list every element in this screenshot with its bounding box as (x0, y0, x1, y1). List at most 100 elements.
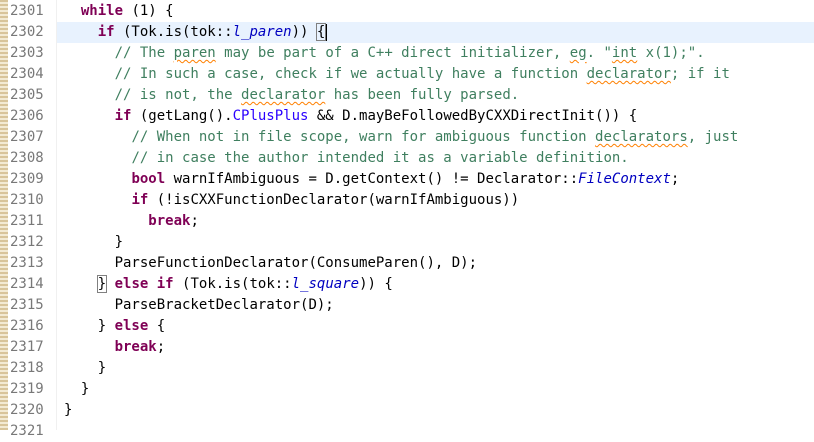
code-line[interactable]: break; (0, 211, 814, 232)
code-token: (Tok.is(tok:: (114, 24, 233, 40)
code-token: eg (569, 45, 587, 61)
code-token: declarator (241, 87, 326, 103)
line-number: 2321 (10, 423, 44, 439)
code-line[interactable]: // in case the author intended it as a v… (0, 148, 814, 169)
code-line[interactable]: } (0, 379, 814, 400)
code-token: { (315, 23, 327, 41)
code-token: } (97, 360, 107, 376)
code-line[interactable]: } (0, 358, 814, 379)
line-number: 2311 (10, 213, 44, 229)
code-token: } (80, 381, 90, 397)
code-token: // in case the author intended it as a v… (131, 150, 629, 166)
code-text: ParseFunctionDeclarator(ConsumeParen(), … (64, 253, 477, 274)
code-line[interactable]: while (1) { (0, 1, 814, 22)
line-number: 2317 (10, 339, 44, 355)
code-line[interactable]: if (!isCXXFunctionDeclarator(warnIfAmbig… (0, 190, 814, 211)
code-line[interactable] (0, 421, 814, 442)
code-line[interactable]: bool warnIfAmbiguous = D.getContext() !=… (0, 169, 814, 190)
code-line[interactable]: if (getLang().CPlusPlus && D.mayBeFollow… (0, 106, 814, 127)
code-text: // is not, the declarator has been fully… (64, 85, 520, 106)
code-token: // In such a case, check if we actually … (114, 66, 587, 82)
code-token: // is not, the (114, 87, 242, 103)
code-token: if (131, 192, 149, 208)
line-number: 2315 (10, 297, 44, 313)
line-number: 2319 (10, 381, 44, 397)
code-line[interactable]: ParseBracketDeclarator(D); (0, 295, 814, 316)
code-token: ; (156, 339, 166, 355)
code-token: ; (670, 171, 680, 187)
code-token: break (148, 213, 191, 229)
line-number: 2310 (10, 192, 44, 208)
code-token: (1) { (123, 3, 174, 19)
line-number: 2305 (10, 87, 44, 103)
line-number: 2306 (10, 108, 44, 124)
code-token: if (156, 276, 174, 292)
code-text: } else if (Tok.is(tok::l_square)) { (64, 274, 393, 295)
code-token: && D.mayBeFollowedByCXXDirectInit()) { (308, 108, 638, 124)
code-token: paren (173, 45, 216, 61)
code-line[interactable]: // When not in file scope, warn for ambi… (0, 127, 814, 148)
code-token: break (114, 339, 157, 355)
line-number: 2301 (10, 3, 44, 19)
code-token: (Tok.is(tok:: (173, 276, 292, 292)
code-token: )) (291, 24, 317, 40)
code-text: ParseBracketDeclarator(D); (64, 295, 334, 316)
code-text: while (1) { (64, 1, 174, 22)
code-text: if (getLang().CPlusPlus && D.mayBeFollow… (64, 106, 638, 127)
code-line[interactable]: break; (0, 337, 814, 358)
code-token: { (148, 318, 166, 334)
code-line[interactable]: // is not, the declarator has been fully… (0, 85, 814, 106)
code-line[interactable]: } (0, 400, 814, 421)
line-number: 2314 (10, 276, 44, 292)
code-line[interactable]: } (0, 232, 814, 253)
line-number: 2304 (10, 66, 44, 82)
code-line[interactable]: // The paren may be part of a C++ direct… (0, 43, 814, 64)
code-token: ; if it (670, 66, 730, 82)
code-token: . " (586, 45, 612, 61)
code-text: } (64, 232, 123, 253)
code-token: // When not in file scope, warn for ambi… (131, 129, 596, 145)
code-line[interactable]: ParseFunctionDeclarator(ConsumeParen(), … (0, 253, 814, 274)
code-text: // In such a case, check if we actually … (64, 64, 730, 85)
code-text: // in case the author intended it as a v… (64, 148, 629, 169)
code-token: x(1);". (637, 45, 705, 61)
code-text: } (64, 379, 89, 400)
line-number: 2312 (10, 234, 44, 250)
code-token: else (114, 276, 149, 292)
code-text: bool warnIfAmbiguous = D.getContext() !=… (64, 169, 679, 190)
code-token: if (97, 24, 115, 40)
code-text: if (Tok.is(tok::l_paren)) { (64, 22, 328, 43)
code-text: // When not in file scope, warn for ambi… (64, 127, 738, 148)
code-token: bool (131, 171, 166, 187)
code-text: break; (64, 211, 199, 232)
code-line[interactable]: if (Tok.is(tok::l_paren)) { (0, 22, 814, 43)
line-number: 2320 (10, 402, 44, 418)
line-number: 2316 (10, 318, 44, 334)
code-text: } (64, 358, 106, 379)
gutter-divider (56, 0, 57, 430)
line-number: 2318 (10, 360, 44, 376)
code-token: l_square (291, 276, 360, 292)
code-token: has been fully parsed. (325, 87, 520, 103)
overview-ruler (0, 0, 8, 430)
code-line[interactable]: } else if (Tok.is(tok::l_square)) { (0, 274, 814, 295)
code-token: // The (114, 45, 174, 61)
line-number: 2309 (10, 171, 44, 187)
line-number: 2302 (10, 24, 44, 40)
code-text: if (!isCXXFunctionDeclarator(warnIfAmbig… (64, 190, 519, 211)
code-line[interactable]: } else { (0, 316, 814, 337)
line-number: 2313 (10, 255, 44, 271)
code-text: } (64, 400, 72, 421)
code-token: , just (687, 129, 739, 145)
code-token: ; (190, 213, 199, 229)
line-number: 2308 (10, 150, 44, 166)
code-editor[interactable]: while (1) { if (Tok.is(tok::l_paren)) { … (0, 0, 814, 439)
code-token: may be part of a C++ direct initializer, (215, 45, 570, 61)
code-text: break; (64, 337, 166, 358)
code-token: int (611, 45, 638, 61)
code-line[interactable]: // In such a case, check if we actually … (0, 64, 814, 85)
code-token: if (114, 108, 132, 124)
code-token: } (97, 318, 115, 334)
line-number: 2307 (10, 129, 44, 145)
